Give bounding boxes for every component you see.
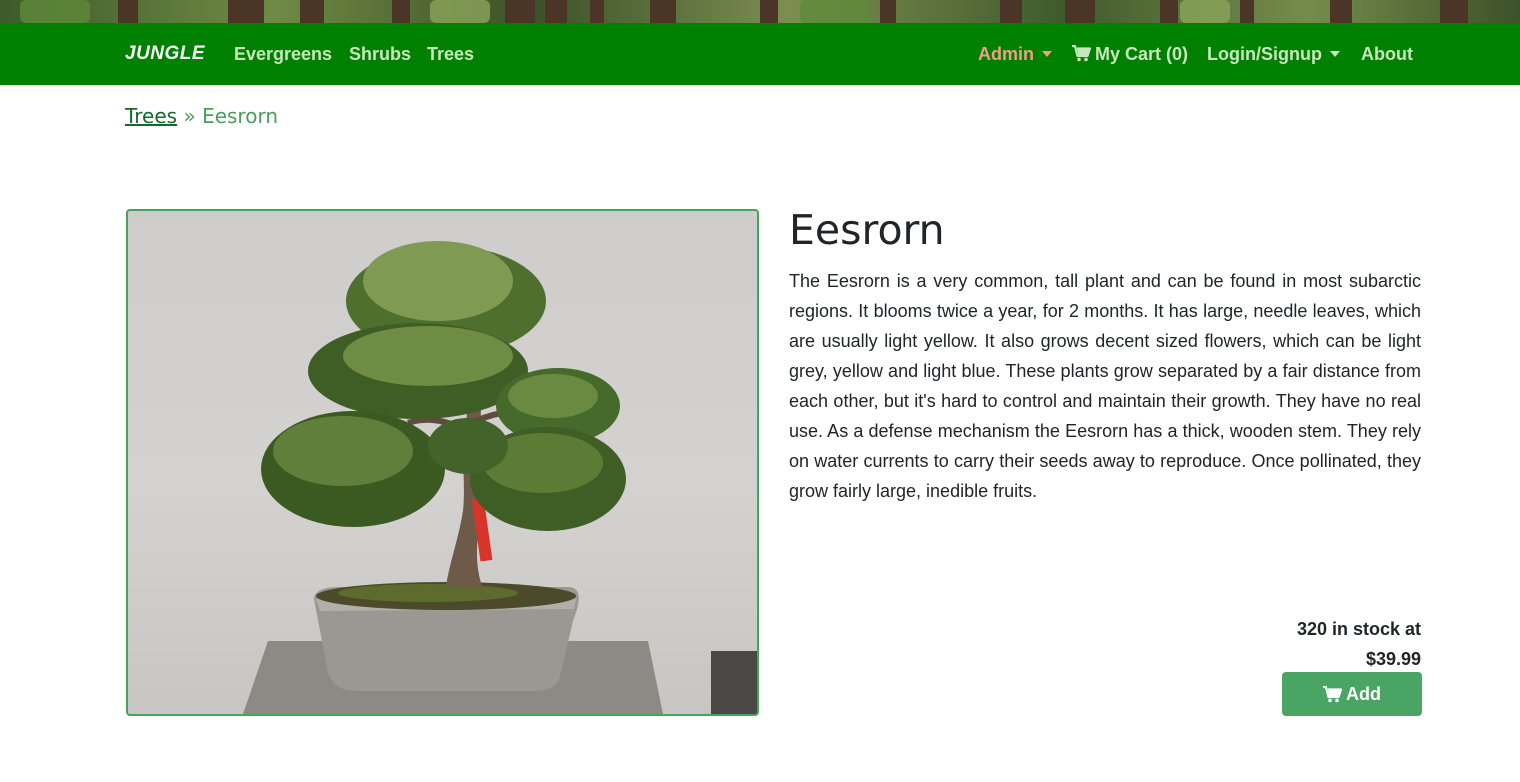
my-cart-link[interactable]: My Cart (0) [1072,23,1188,85]
navbar: JUNGLE Evergreens Shrubs Trees Admin My … [0,23,1520,85]
about-link[interactable]: About [1361,23,1413,85]
add-button-label: Add [1346,683,1381,704]
nav-link-trees[interactable]: Trees [427,23,474,85]
chevron-down-icon [1329,51,1340,57]
breadcrumb: Trees » Eesrorn [125,104,278,128]
cart-icon [1072,45,1091,62]
product-price: $39.99 [1365,649,1421,669]
product-title: Eesrorn [789,206,945,254]
forest-banner [0,0,1520,23]
stock-count: 320 in stock at [1296,619,1421,639]
bonsai-image [243,241,757,714]
admin-label: Admin [978,44,1034,64]
breadcrumb-current: Eesrorn [202,104,278,128]
breadcrumb-trees-link[interactable]: Trees [125,104,177,128]
add-to-cart-button[interactable]: Add [1282,672,1422,716]
brand-logo[interactable]: JUNGLE [125,23,205,85]
cart-icon [1323,685,1342,702]
stock-info: 320 in stock at $39.99 [1297,614,1421,674]
login-signup-dropdown[interactable]: Login/Signup [1207,23,1340,85]
product-description: The Eesrorn is a very common, tall plant… [789,271,1421,501]
breadcrumb-separator: » [183,104,196,128]
login-signup-label: Login/Signup [1207,44,1322,64]
admin-dropdown[interactable]: Admin [978,23,1052,85]
nav-link-shrubs[interactable]: Shrubs [349,23,411,85]
product-image [126,209,759,716]
my-cart-label: My Cart (0) [1095,44,1189,64]
chevron-down-icon [1042,51,1052,57]
nav-link-evergreens[interactable]: Evergreens [234,23,332,85]
